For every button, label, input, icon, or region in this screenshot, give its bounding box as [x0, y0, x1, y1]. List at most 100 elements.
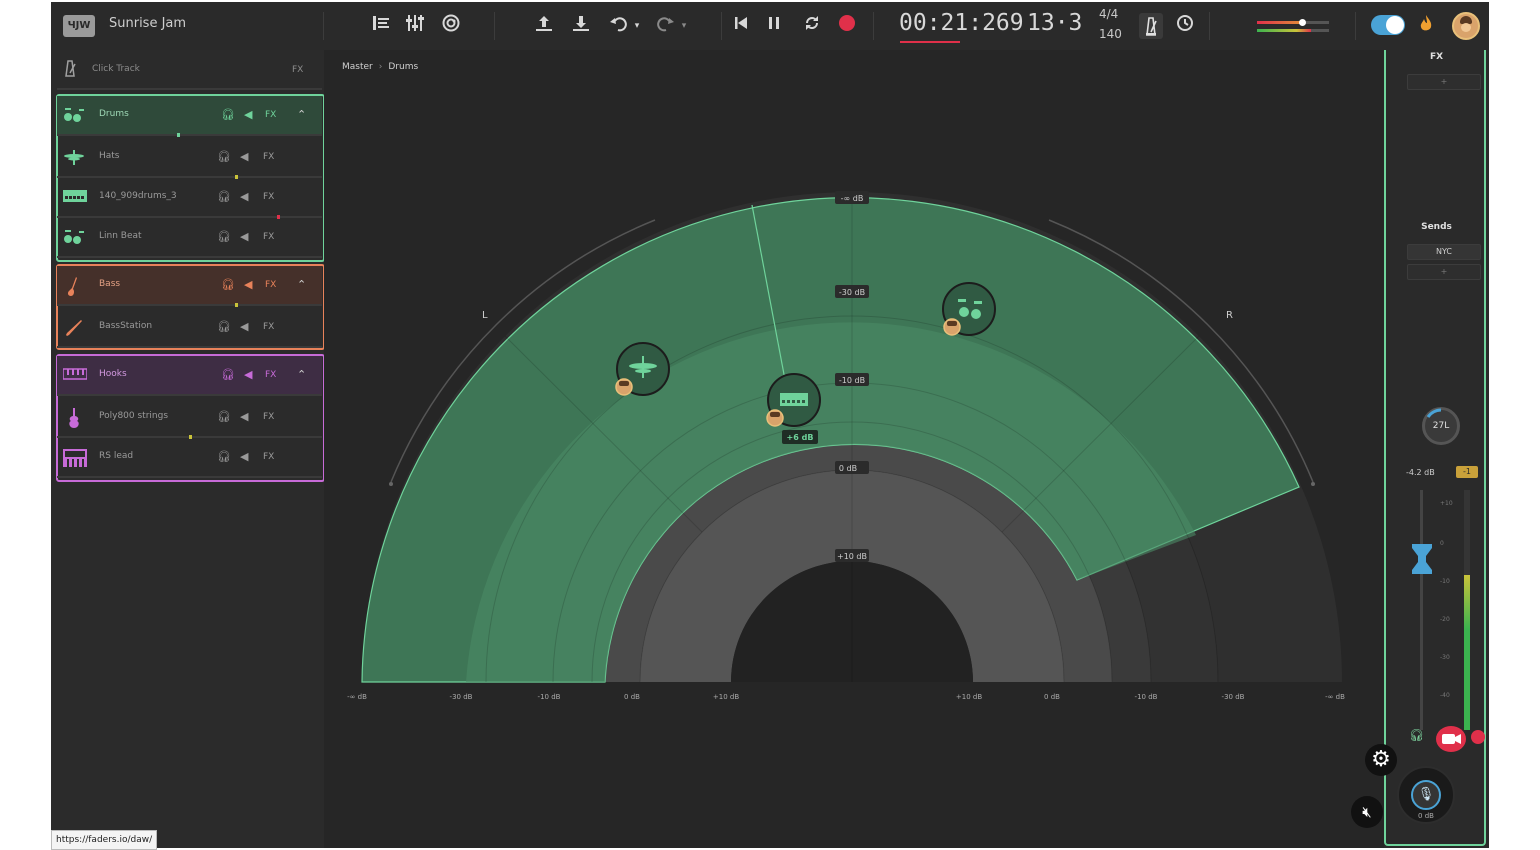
fx-button[interactable]: FX [263, 192, 274, 202]
click-track-fx-button[interactable]: FX [292, 65, 303, 75]
track-row-140-909drums-3[interactable]: 140_909drums_3 🎧︎ ◀︎ FX [57, 178, 322, 219]
headphones-icon[interactable]: 🎧︎ [1409, 728, 1424, 742]
headphones-icon[interactable]: 🎧︎ [217, 320, 231, 333]
record-icon[interactable] [835, 14, 859, 38]
mixer-view-icon[interactable] [403, 14, 427, 38]
speaker-icon[interactable]: ◀︎ [240, 230, 248, 243]
headphones-icon[interactable]: 🎧︎ [217, 190, 231, 203]
undo-icon[interactable] [607, 14, 631, 38]
project-title[interactable]: Sunrise Jam [109, 16, 186, 31]
speaker-icon[interactable]: ◀︎ [240, 190, 248, 203]
axis-label: -30 dB [450, 693, 473, 701]
chevron-up-icon[interactable]: ⌃ [297, 368, 306, 381]
speaker-icon[interactable]: ◀︎ [240, 450, 248, 463]
speaker-mute-icon[interactable]: 🔇︎ [1351, 796, 1383, 828]
pause-icon[interactable] [762, 14, 786, 38]
chevron-up-icon[interactable]: ⌃ [297, 108, 306, 121]
pan-field[interactable]: L R -∞ dB -30 dB -10 dB 0 dB +10 dB -∞ d… [324, 50, 1384, 848]
fx-button[interactable]: FX [263, 452, 274, 462]
track-row-hats[interactable]: Hats 🎧︎ ◀︎ FX [57, 138, 322, 179]
settings-gear-icon[interactable]: ⚙ [1365, 744, 1397, 776]
volume-fader-handle[interactable] [1412, 544, 1432, 574]
divider [323, 12, 324, 40]
level-meter-fill [1464, 575, 1470, 730]
headphones-icon[interactable]: 🎧︎ [217, 150, 231, 163]
fx-button[interactable]: FX [265, 110, 276, 120]
tempo[interactable]: 140 [1099, 27, 1122, 41]
axis-label: 0 dB [1044, 693, 1060, 701]
record-arm-button[interactable] [1471, 730, 1485, 744]
fx-button[interactable]: FX [263, 152, 274, 162]
metronome-button[interactable] [1139, 13, 1163, 39]
video-record-button[interactable] [1436, 726, 1466, 752]
guide-end [1311, 482, 1315, 486]
ring-label-minus10: -10 dB [839, 376, 865, 385]
headphones-icon[interactable]: 🎧︎ [221, 108, 235, 121]
redo-icon[interactable] [653, 14, 677, 38]
track-row-bass[interactable]: Bass 🎧︎ ◀︎ FX ⌃ [57, 266, 322, 307]
time-signature[interactable]: 4/4 [1099, 7, 1118, 21]
metronome-icon [61, 58, 79, 82]
fx-button[interactable]: FX [265, 370, 276, 380]
click-track-row[interactable]: Click Track FX [51, 50, 324, 90]
hats-node[interactable] [615, 342, 670, 396]
fx-button[interactable]: FX [263, 322, 274, 332]
skip-back-icon[interactable] [729, 14, 753, 38]
speaker-icon[interactable]: ◀︎ [240, 150, 248, 163]
redo-history-icon[interactable]: ▾ [678, 14, 690, 38]
fx-button[interactable]: FX [263, 232, 274, 242]
linn-beat-node[interactable] [942, 282, 996, 336]
daw-app: ЧJW Sunrise Jam ▾ ▾ 00:21:269 13·3 4/4 1… [51, 2, 1489, 848]
tracks-view-icon[interactable] [369, 14, 393, 38]
headphones-icon[interactable]: 🎧︎ [221, 278, 235, 291]
track-row-bassstation[interactable]: BassStation 🎧︎ ◀︎ FX [57, 308, 322, 348]
toggle-switch[interactable] [1371, 15, 1405, 35]
master-volume-slider[interactable] [1257, 19, 1329, 34]
send-nyc[interactable]: NYC [1407, 244, 1481, 260]
user-avatar[interactable] [1452, 12, 1480, 40]
speaker-icon[interactable]: ◀︎ [240, 320, 248, 333]
fx-button[interactable]: FX [263, 412, 274, 422]
gain-offset-badge[interactable]: -1 [1456, 466, 1478, 478]
divider [1209, 12, 1210, 40]
speaker-icon[interactable]: ◀︎ [244, 278, 252, 291]
axis-label: -10 dB [1135, 693, 1158, 701]
microphone-button[interactable]: 🎙︎ 0 dB [1397, 766, 1455, 824]
track-name: Bass [99, 279, 121, 289]
spatial-view-icon[interactable] [439, 14, 463, 38]
track-name: Drums [99, 109, 129, 119]
speaker-icon[interactable]: ◀︎ [244, 108, 252, 121]
track-row-poly800-strings[interactable]: Poly800 strings 🎧︎ ◀︎ FX [57, 398, 322, 439]
gain-value[interactable]: -4.2 dB [1406, 468, 1435, 477]
app-logo[interactable]: ЧJW [63, 15, 95, 37]
track-row-hooks[interactable]: Hooks 🎧︎ ◀︎ FX ⌃ [57, 356, 322, 396]
time-display[interactable]: 00:21:269 [899, 10, 1024, 36]
send-add-slot[interactable]: + [1407, 264, 1481, 280]
clock-icon[interactable] [1173, 14, 1197, 38]
track-row-drums[interactable]: Drums 🎧︎ ◀︎ FX ⌃ [57, 96, 322, 137]
fx-add-slot[interactable]: + [1407, 74, 1481, 90]
track-row-linn-beat[interactable]: Linn Beat 🎧︎ ◀︎ FX [57, 218, 322, 258]
track-name: Poly800 strings [99, 411, 169, 421]
undo-history-icon[interactable]: ▾ [631, 14, 643, 38]
speaker-icon[interactable]: ◀︎ [240, 410, 248, 423]
fx-button[interactable]: FX [265, 280, 276, 290]
ring-label-0: 0 dB [839, 464, 857, 473]
bar-beat-display[interactable]: 13·3 [1027, 10, 1082, 36]
left-label: L [482, 310, 488, 321]
flame-icon[interactable] [1414, 14, 1438, 38]
track-row-rs-lead[interactable]: RS lead 🎧︎ ◀︎ FX [57, 438, 322, 478]
loop-icon[interactable] [800, 14, 824, 38]
upload-icon[interactable] [532, 14, 556, 38]
volume-fader-track[interactable] [1420, 490, 1423, 730]
speaker-icon[interactable]: ◀︎ [244, 368, 252, 381]
right-label: R [1226, 310, 1233, 321]
track-name: 140_909drums_3 [99, 191, 177, 201]
headphones-icon[interactable]: 🎧︎ [217, 410, 231, 423]
scale-label: 0 [1440, 540, 1444, 547]
headphones-icon[interactable]: 🎧︎ [221, 368, 235, 381]
download-icon[interactable] [569, 14, 593, 38]
chevron-up-icon[interactable]: ⌃ [297, 278, 306, 291]
headphones-icon[interactable]: 🎧︎ [217, 230, 231, 243]
headphones-icon[interactable]: 🎧︎ [217, 450, 231, 463]
